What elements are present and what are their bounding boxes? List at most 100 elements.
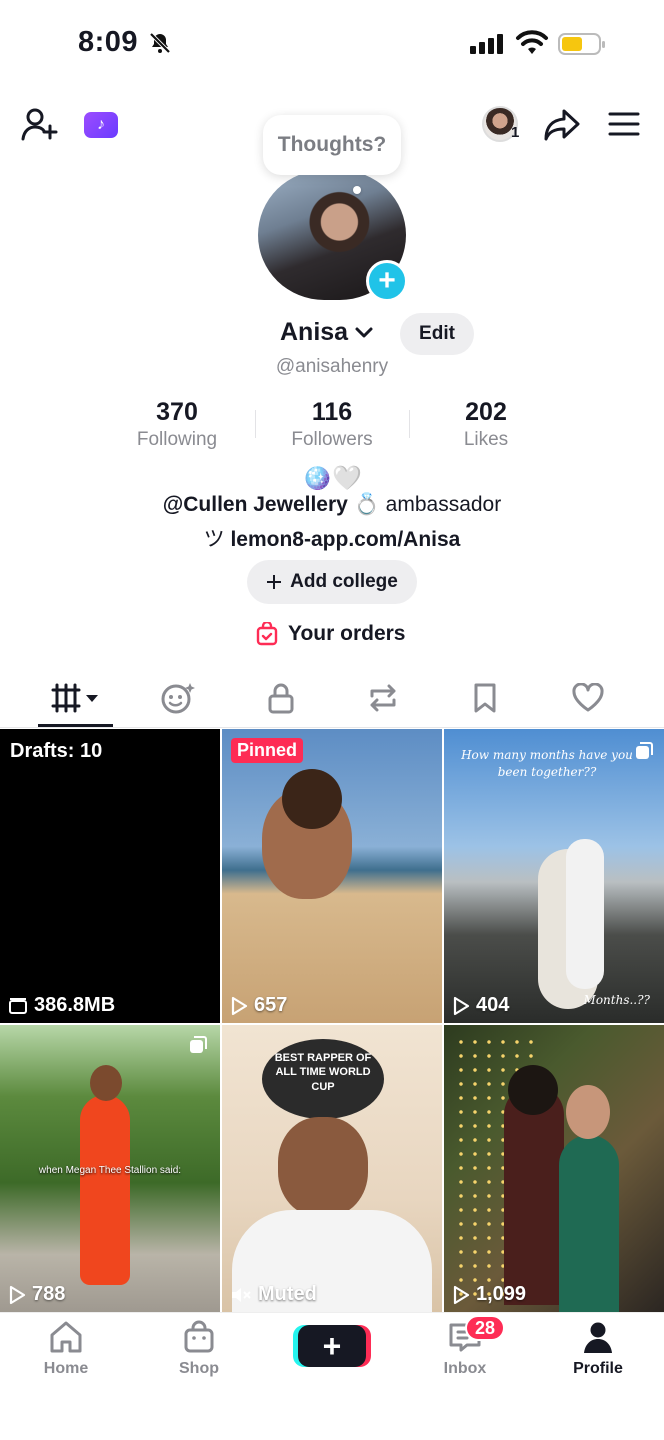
profile-name: Anisa	[280, 318, 349, 346]
video-caption: BEST RAPPER OF ALL TIME WORLD CUP	[274, 1052, 372, 1093]
shop-bag-icon	[184, 1320, 214, 1353]
stat-followers[interactable]: 116 Followers	[262, 398, 402, 451]
muted-indicator: Muted	[230, 1283, 317, 1306]
play-icon	[453, 996, 470, 1015]
nav-label: Inbox	[443, 1360, 487, 1377]
drafts-count: Drafts: 10	[10, 740, 103, 762]
stat-likes[interactable]: 202 Likes	[416, 398, 556, 451]
link-icon: ツ	[203, 528, 225, 551]
nav-shop[interactable]: Shop	[149, 1320, 249, 1378]
profile-person-icon	[584, 1322, 612, 1353]
play-icon	[453, 1285, 470, 1304]
video-caption: when Megan Thee Stallion said:	[38, 1165, 182, 1176]
private-lock-icon	[268, 683, 294, 714]
create-button[interactable]: +	[298, 1325, 366, 1367]
your-orders-button[interactable]: Your orders	[256, 622, 405, 646]
play-icon	[231, 996, 248, 1015]
muted-label: Muted	[258, 1283, 317, 1305]
thoughts-bubble[interactable]: Thoughts?	[263, 115, 401, 175]
view-count: 657	[230, 994, 287, 1017]
stat-following[interactable]: 370 Following	[107, 398, 247, 451]
nav-label: Shop	[179, 1360, 219, 1377]
active-tab-indicator	[38, 724, 113, 727]
stat-value: 202	[465, 398, 507, 426]
orders-bag-icon	[256, 622, 278, 646]
tab-repost-faces[interactable]	[148, 672, 208, 724]
heart-icon	[572, 683, 604, 712]
draft-size-value: 386.8MB	[34, 994, 116, 1016]
wifi-icon	[516, 30, 548, 54]
photo-carousel-icon	[190, 1036, 207, 1053]
view-count-value: 788	[32, 1283, 66, 1305]
play-icon	[9, 1285, 26, 1304]
nav-profile[interactable]: Profile	[548, 1320, 648, 1378]
view-count-value: 404	[476, 994, 510, 1016]
battery-icon	[558, 33, 605, 55]
story-count: 1	[511, 124, 520, 141]
add-friend-icon[interactable]	[20, 106, 60, 142]
stat-label: Likes	[463, 429, 509, 450]
muted-speaker-icon	[232, 1287, 251, 1302]
tab-favorites[interactable]	[455, 672, 515, 724]
nav-home[interactable]: Home	[16, 1320, 116, 1378]
tab-liked[interactable]	[558, 672, 618, 724]
stat-label: Following	[136, 429, 218, 450]
videos-grid-icon	[51, 683, 98, 713]
video-tile[interactable]: 657	[222, 729, 442, 1023]
stat-value: 370	[156, 398, 198, 426]
bio-line: @Cullen Jewellery 💍 ambassador	[0, 493, 664, 517]
stat-value: 116	[311, 398, 353, 426]
tiktok-studio-icon[interactable]: ♪	[84, 112, 118, 138]
tab-private[interactable]	[251, 672, 311, 724]
add-story-plus-icon[interactable]: +	[366, 260, 408, 302]
repost-icon	[370, 684, 396, 712]
video-tile[interactable]: How many months have you been together??…	[444, 729, 664, 1023]
reposts-face-icon	[161, 683, 195, 714]
pinned-badge: Pinned	[231, 738, 304, 763]
bookmark-icon	[474, 683, 496, 713]
bio-link[interactable]: lemon8-app.com/Anisa	[230, 528, 460, 551]
nav-label: Home	[43, 1360, 89, 1377]
orders-label: Your orders	[288, 622, 406, 645]
home-icon	[50, 1321, 82, 1353]
tab-reposts[interactable]	[353, 672, 413, 724]
nav-label: Profile	[573, 1360, 623, 1377]
video-tile[interactable]: when Megan Thee Stallion said: 788	[0, 1025, 220, 1312]
plus-icon	[267, 575, 282, 589]
add-college-button[interactable]: Add college	[247, 560, 417, 604]
tab-videos[interactable]	[45, 672, 105, 724]
bio-brand-mention[interactable]: @Cullen Jewellery	[163, 493, 348, 516]
edit-profile-button[interactable]: Edit	[400, 313, 474, 355]
bio-emoji-line: 🪩🤍	[302, 465, 362, 492]
video-tile[interactable]: BEST RAPPER OF ALL TIME WORLD CUP Muted	[222, 1025, 442, 1312]
stat-divider	[409, 410, 410, 438]
profile-name-switcher[interactable]: Anisa	[280, 318, 374, 347]
storage-icon	[9, 997, 27, 1014]
drafts-tile[interactable]: 386.8MB	[0, 729, 220, 1023]
bio-link-row[interactable]: ツ lemon8-app.com/Anisa	[0, 523, 664, 553]
video-caption-2: Months..??	[583, 993, 650, 1007]
view-count-value: 1,099	[476, 1283, 527, 1305]
bio-text: ambassador	[385, 493, 502, 516]
view-count: 404	[452, 994, 509, 1017]
stat-divider	[255, 410, 256, 438]
share-icon[interactable]	[543, 108, 581, 142]
chevron-down-icon	[355, 327, 373, 337]
silent-bell-icon	[149, 32, 171, 54]
ring-emoji: 💍	[353, 493, 380, 516]
view-count: 1,099	[452, 1283, 526, 1306]
add-college-label: Add college	[290, 571, 398, 592]
view-count-value: 657	[254, 994, 288, 1016]
stat-label: Followers	[291, 429, 373, 450]
view-count: 788	[8, 1283, 65, 1306]
photo-carousel-icon	[636, 742, 653, 759]
inbox-badge: 28	[465, 1315, 505, 1341]
video-caption: How many months have you been together??	[461, 748, 633, 779]
draft-size: 386.8MB	[8, 994, 115, 1017]
status-time: 8:09	[78, 26, 139, 58]
video-tile[interactable]: 1,099	[444, 1025, 664, 1312]
menu-icon[interactable]	[608, 110, 640, 138]
cell-signal-icon	[470, 34, 503, 54]
thoughts-bubble-tail	[353, 186, 361, 194]
profile-handle: @anisahenry	[275, 356, 389, 377]
